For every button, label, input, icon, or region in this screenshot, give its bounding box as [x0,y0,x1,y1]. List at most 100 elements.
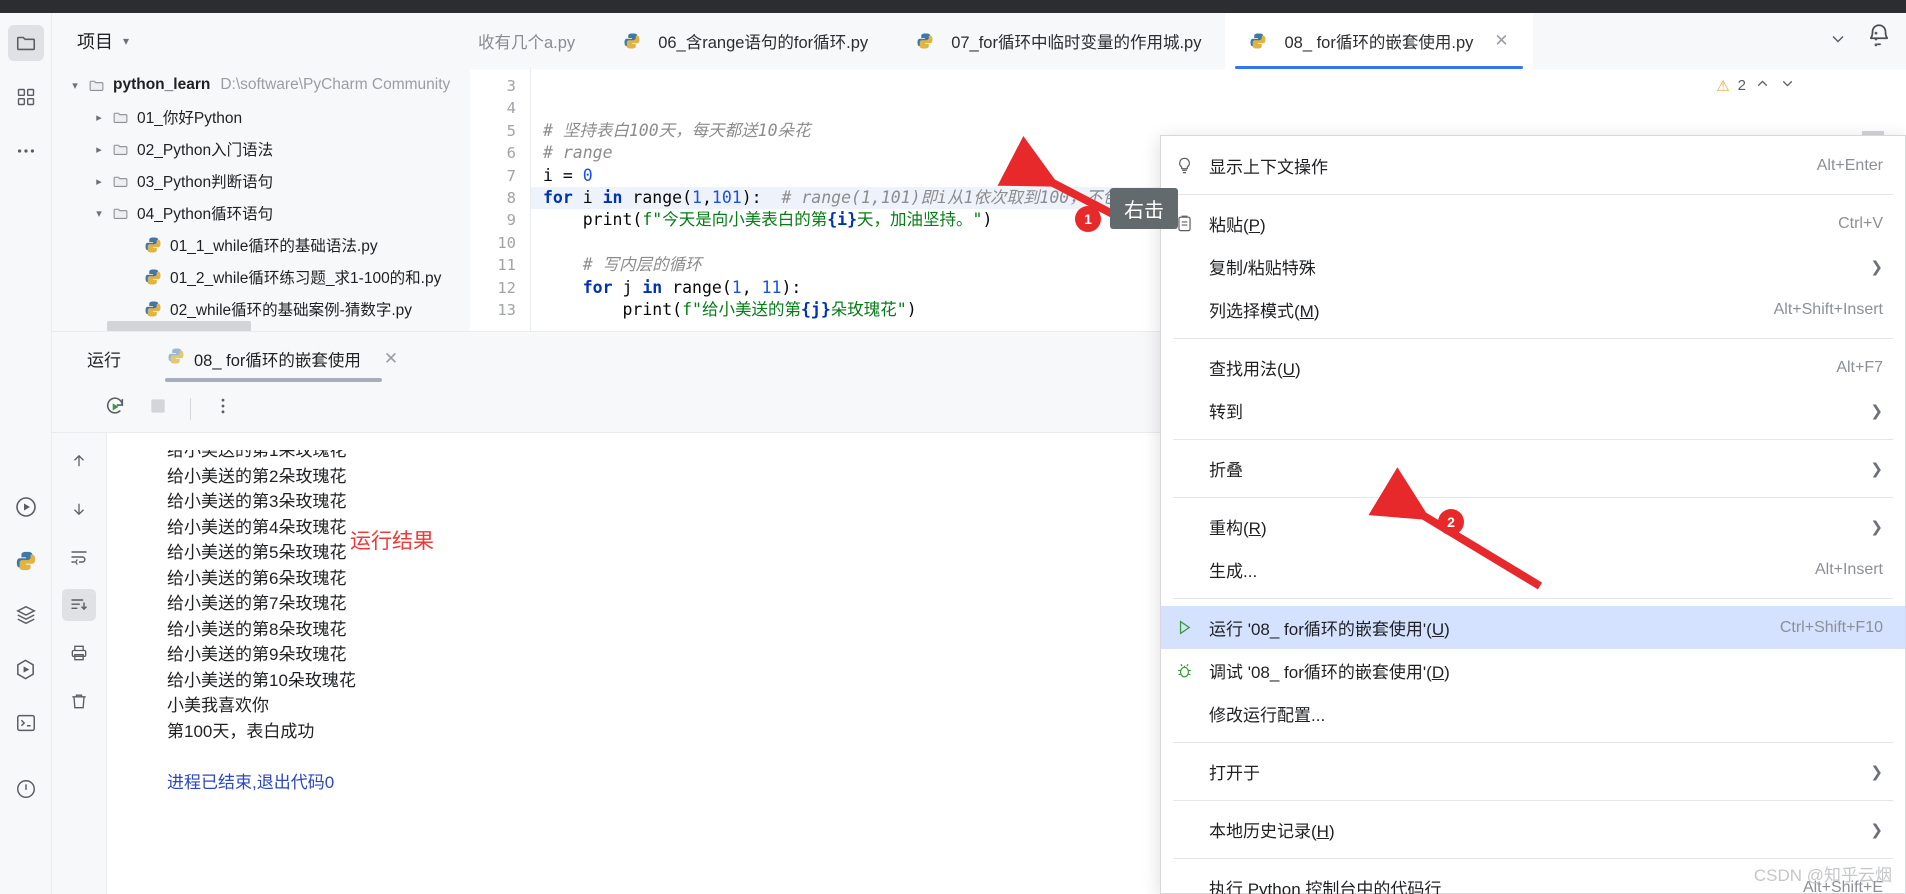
chevron-down-icon[interactable] [1828,29,1848,54]
line-number: 8 [506,188,516,207]
rerun-button[interactable] [104,395,126,422]
line-number: 4 [506,99,516,118]
toolbar-divider [190,397,191,420]
tree-row[interactable]: ▸ 03_Python判断语句 [62,165,470,197]
clear-all-button[interactable] [62,685,96,717]
debug-bug-icon [1175,661,1209,680]
context-menu-item[interactable]: 显示上下文操作 Alt+Enter [1161,144,1905,187]
database-icon[interactable] [8,597,44,633]
python-icon [623,32,641,50]
code-token: f"今天是向小美表白的第 [642,210,828,230]
line-number: 11 [497,256,516,275]
tree-root-path: D:\software\PyCharm Community [220,76,451,93]
soft-wrap-button[interactable] [62,541,96,573]
editor-context-menu[interactable]: 显示上下文操作 Alt+Enter 粘贴(P) Ctrl+V 复制/粘贴特殊 ❯ 列选择模式… [1160,135,1906,894]
chevron-down-icon[interactable]: ▾ [123,34,129,48]
run-icon[interactable] [8,489,44,525]
code-line[interactable] [543,75,1906,97]
tree-row[interactable]: ▾ 04_Python循环语句 [62,197,470,229]
code-token: i [572,187,603,207]
context-menu-item[interactable]: 修改运行配置... [1161,692,1905,735]
scroll-up-button[interactable] [62,445,96,477]
editor-tab[interactable]: 07_for循环中临时变量的作用城.py [892,13,1225,69]
services-icon[interactable] [8,651,44,687]
line-number: 9 [506,211,516,230]
folder-icon [88,77,105,94]
python-icon [144,268,162,286]
chevron-right-icon[interactable]: ▸ [86,175,112,188]
run-result-annotation: 运行结果 [350,530,434,553]
context-menu-item[interactable]: 打开于 ❯ [1161,750,1905,793]
context-menu-item[interactable]: 列选择模式(M) Alt+Shift+Insert [1161,288,1905,331]
more-tool-windows-icon[interactable] [8,133,44,169]
context-menu-item[interactable]: 转到 ❯ [1161,389,1905,432]
window-title-strip [0,0,1906,13]
chevron-up-icon[interactable] [1754,75,1771,96]
bell-icon[interactable] [1866,22,1892,53]
project-icon[interactable] [7,25,44,61]
code-token: # range(1,101)即i从1依次取到100，不包含101 [781,187,1166,207]
tree-row-root[interactable]: ▾ python_learn D:\software\PyCharm Commu… [62,69,470,101]
context-menu-item[interactable]: 调试 '08_ for循环的嵌套使用'(D) [1161,649,1905,692]
chevron-down-icon[interactable]: ▾ [86,207,112,220]
code-token: in [602,187,623,207]
editor-tab[interactable]: 06_含range语句的for循环.py [599,13,892,69]
print-button[interactable] [62,637,96,669]
code-token: , [741,277,762,297]
context-menu-item[interactable]: 运行 '08_ for循环的嵌套使用'(U) Ctrl+Shift+F10 [1161,606,1905,649]
tree-row[interactable]: 01_2_while循环练习题_求1-100的和.py [62,261,470,293]
editor-tab[interactable]: 收有几个a.py [470,13,599,69]
line-number-gutter: 3 4 5 6 7 8 9 10 11 12 13 [470,69,530,331]
menu-item-shortcut: Ctrl+V [1838,214,1883,232]
code-line[interactable] [543,97,1906,119]
menu-item-shortcut: Ctrl+Shift+F10 [1779,618,1883,636]
chevron-down-icon[interactable]: ▾ [62,79,88,92]
structure-icon[interactable] [8,79,44,115]
problems-icon[interactable] [8,771,44,807]
editor-tab[interactable]: 08_ for循环的嵌套使用.py ✕ [1225,13,1533,69]
close-icon[interactable]: ✕ [384,349,398,369]
menu-separator [1173,742,1893,743]
code-token: 1 [692,187,702,207]
line-number: 3 [506,77,516,95]
project-tool-window: 项目 ▾ ▾ python_learn D:\software\PyCharm … [52,13,470,331]
context-menu-item[interactable]: 折叠 ❯ [1161,447,1905,490]
context-menu-item[interactable]: 本地历史记录(H) ❯ [1161,808,1905,851]
chevron-down-icon[interactable] [1779,75,1796,96]
run-side-toolbar [52,433,107,894]
stop-button[interactable] [148,396,168,421]
run-window-label: 运行 [87,351,121,370]
context-menu-item[interactable]: 重构(R) ❯ [1161,505,1905,548]
menu-item-label: 列选择模式(M) [1209,302,1320,321]
tree-row[interactable]: ▸ 02_Python入门语法 [62,133,470,165]
chevron-right-icon[interactable]: ▸ [86,111,112,124]
menu-item-label: 查找用法(U) [1209,360,1301,379]
terminal-icon[interactable] [8,705,44,741]
project-horizontal-scrollbar[interactable] [107,321,251,331]
scroll-down-button[interactable] [62,493,96,525]
folder-icon [112,173,129,190]
code-token: ) [982,210,993,230]
code-token: # 写内层的循环 [582,255,702,275]
menu-item-label: 执行 Python 控制台中的代码行 [1209,880,1442,894]
code-token: j [612,277,643,297]
python-packages-icon[interactable] [8,543,44,579]
code-token: 天，加油坚持。" [857,210,983,230]
tree-row[interactable]: ▸ 01_你好Python [62,101,470,133]
context-menu-item[interactable]: 生成... Alt+Insert [1161,548,1905,591]
context-menu-item[interactable]: 查找用法(U) Alt+F7 [1161,346,1905,389]
tree-row[interactable]: 01_1_while循环的基础语法.py [62,229,470,261]
code-token: 0 [582,165,593,185]
tree-root-label: python_learn [113,76,211,93]
run-configuration-tab[interactable]: 08_ for循环的嵌套使用 ✕ [164,332,398,385]
vertical-dots-icon[interactable] [213,396,233,421]
editor-tab-label: 08_ for循环的嵌套使用.py [1284,34,1474,52]
tree-item-label: 01_1_while循环的基础语法.py [170,238,378,255]
inspection-widget[interactable]: ⚠ 2 [1716,75,1796,96]
close-icon[interactable]: ✕ [1494,31,1508,51]
scroll-to-end-button[interactable] [62,589,96,621]
context-menu-item[interactable]: 复制/粘贴特殊 ❯ [1161,245,1905,288]
code-token: print( [543,210,643,230]
chevron-right-icon[interactable]: ▸ [86,143,112,156]
context-menu-item[interactable]: 粘贴(P) Ctrl+V [1161,202,1905,245]
